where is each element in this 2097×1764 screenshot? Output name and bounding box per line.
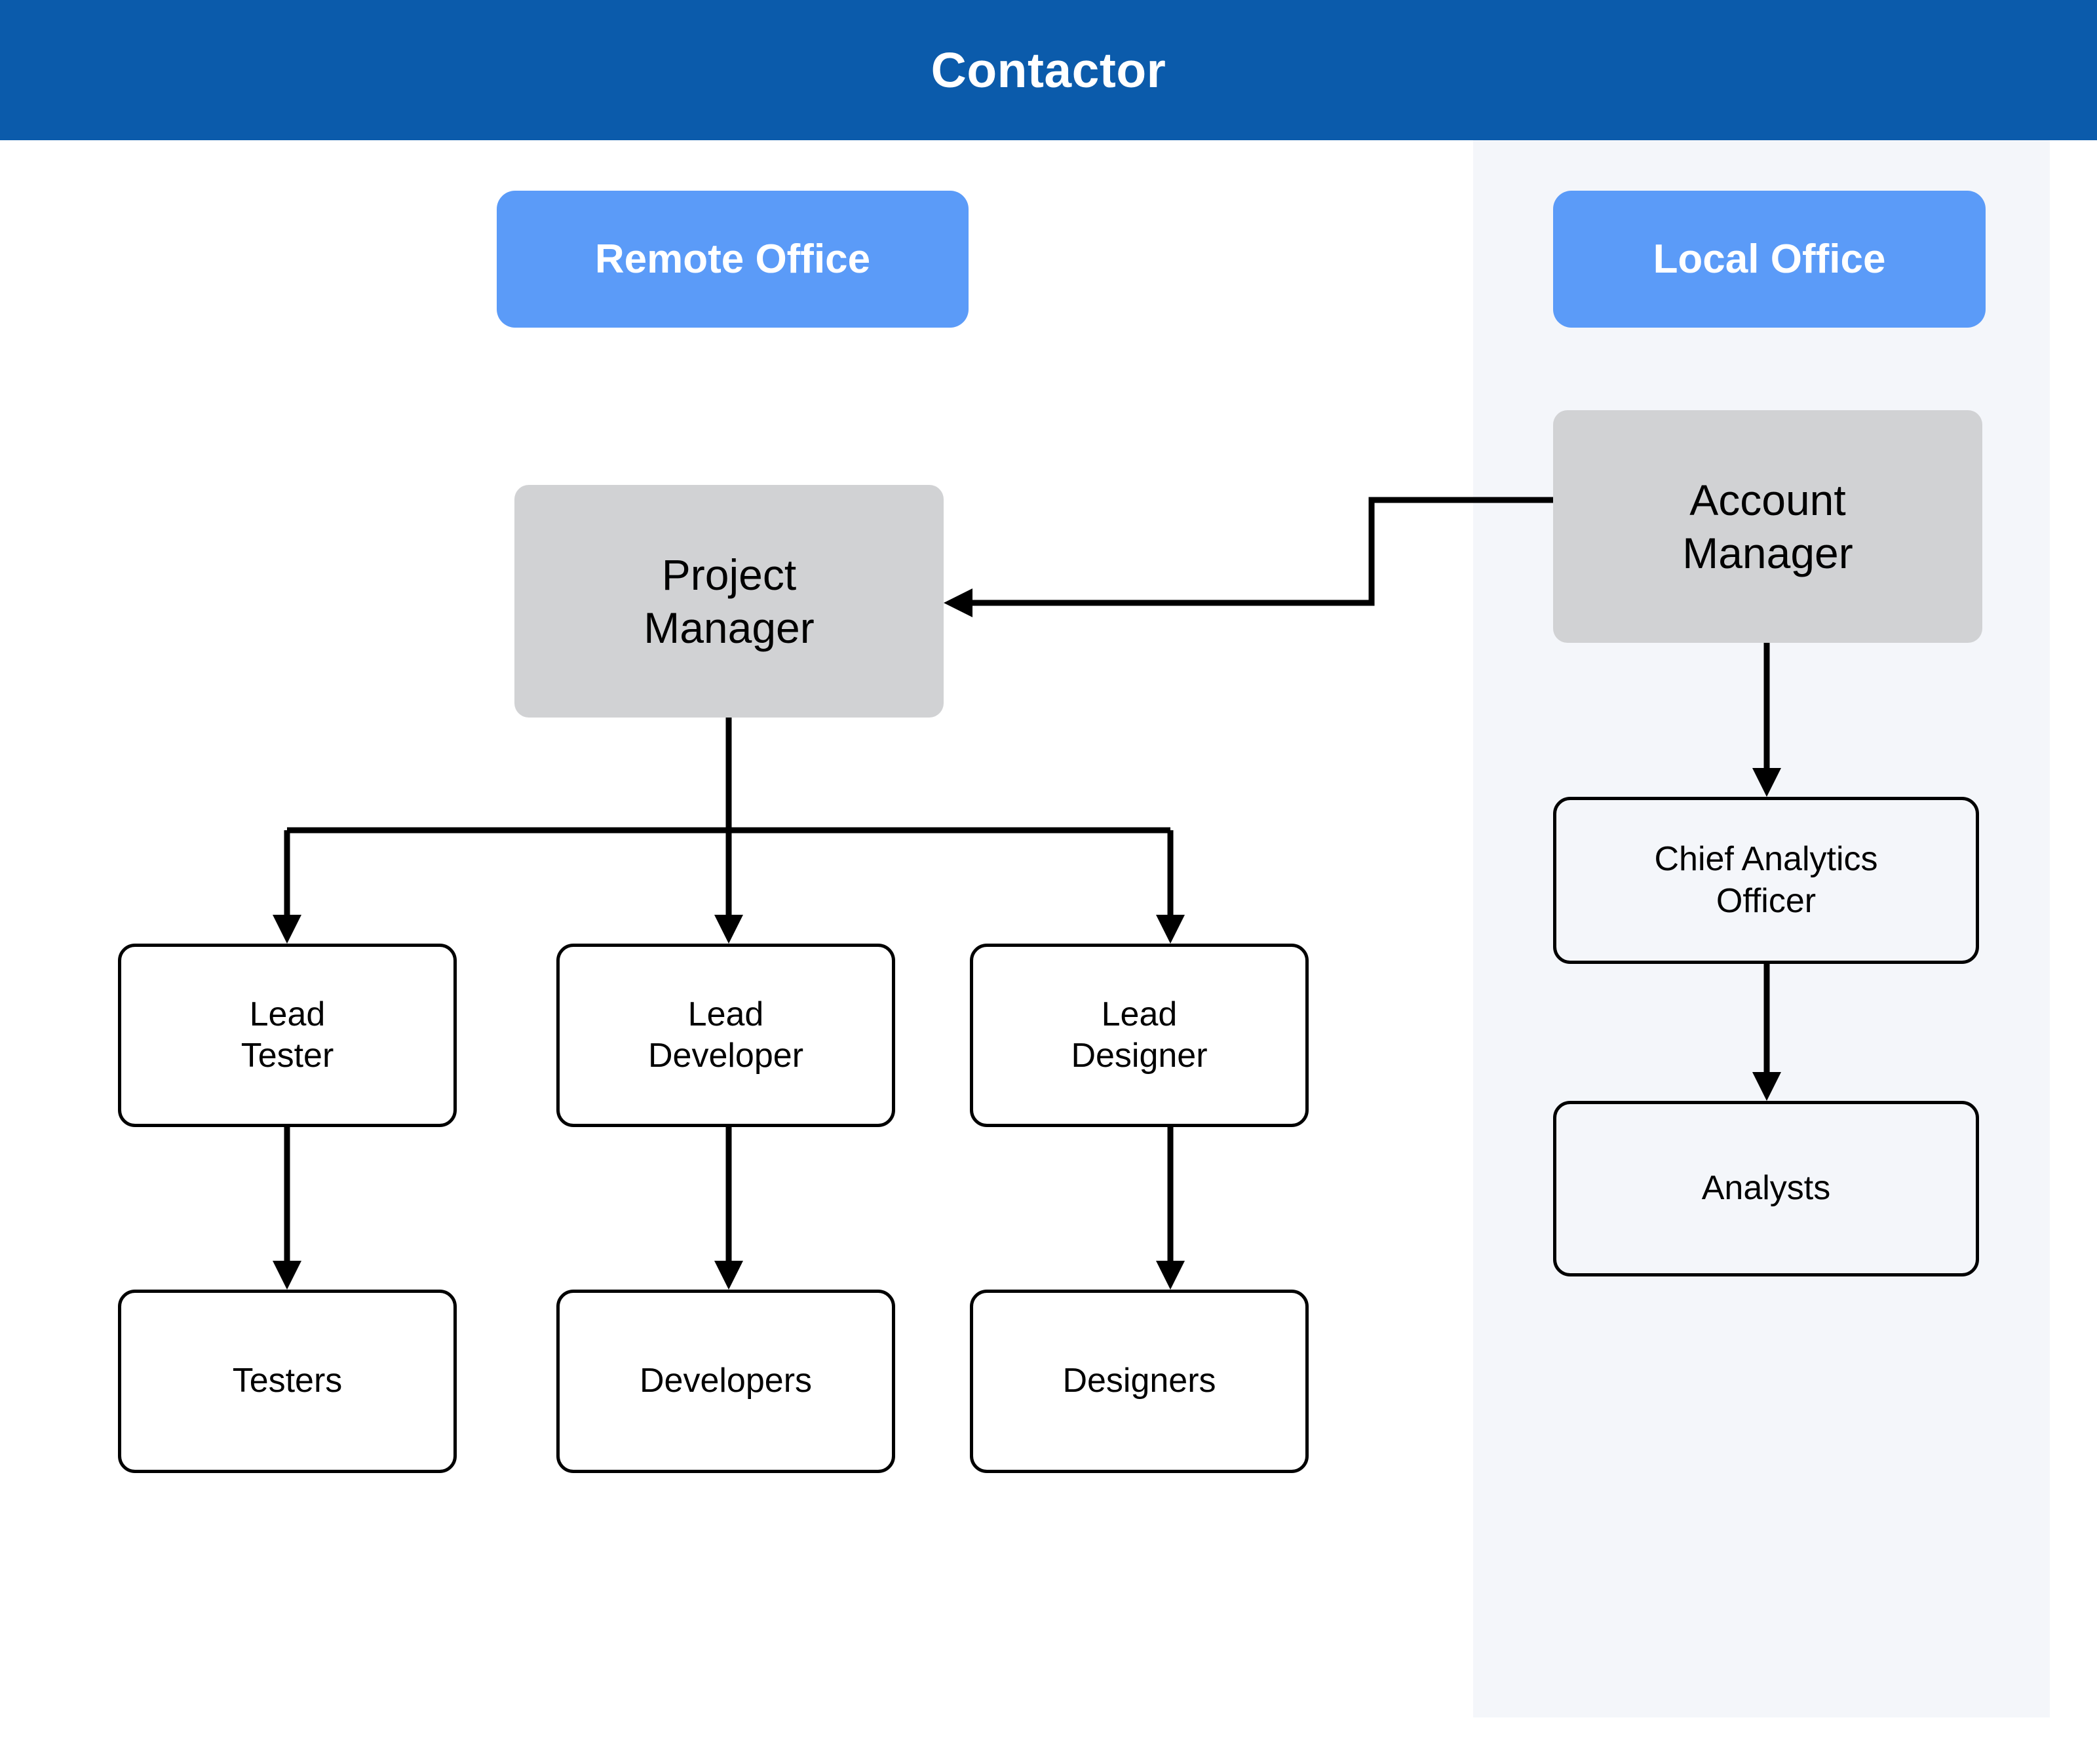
org-chart-canvas: Contactor Remote Office Local Office Pro… bbox=[0, 0, 2097, 1764]
node-account-manager-label: Account Manager bbox=[1682, 475, 1853, 577]
node-lead-developer[interactable]: Lead Developer bbox=[556, 944, 895, 1127]
remote-office-badge[interactable]: Remote Office bbox=[497, 191, 969, 328]
node-lead-tester-label: Lead Tester bbox=[240, 995, 334, 1075]
node-project-manager[interactable]: Project Manager bbox=[514, 485, 944, 718]
edge-project-manager-to-lead-developer bbox=[714, 830, 743, 944]
edge-account-manager-to-project-manager bbox=[944, 497, 1553, 617]
node-account-manager[interactable]: Account Manager bbox=[1553, 410, 1982, 643]
edge-project-manager-trunk bbox=[287, 718, 1170, 834]
edge-project-manager-to-lead-tester bbox=[273, 830, 301, 944]
edge-lead-designer-to-designers bbox=[1156, 1127, 1185, 1290]
node-lead-tester[interactable]: Lead Tester bbox=[118, 944, 457, 1127]
node-lead-designer[interactable]: Lead Designer bbox=[970, 944, 1309, 1127]
edge-lead-tester-to-testers bbox=[273, 1127, 301, 1290]
node-designers-label: Designers bbox=[1062, 1362, 1216, 1400]
node-lead-developer-label: Lead Developer bbox=[647, 995, 804, 1075]
local-office-badge-label: Local Office bbox=[1653, 236, 1886, 282]
edge-lead-developer-to-developers bbox=[714, 1127, 743, 1290]
edge-project-manager-to-lead-designer bbox=[1156, 830, 1185, 944]
node-testers[interactable]: Testers bbox=[118, 1290, 457, 1473]
remote-office-badge-label: Remote Office bbox=[594, 236, 871, 282]
page-title: Contactor bbox=[931, 42, 1166, 98]
node-project-manager-label: Project Manager bbox=[644, 550, 815, 652]
node-chief-analytics-officer[interactable]: Chief Analytics Officer bbox=[1553, 797, 1979, 964]
node-chief-analytics-officer-label: Chief Analytics Officer bbox=[1654, 840, 1878, 920]
node-lead-designer-label: Lead Designer bbox=[1071, 995, 1208, 1075]
node-developers[interactable]: Developers bbox=[556, 1290, 895, 1473]
node-testers-label: Testers bbox=[232, 1362, 343, 1400]
header-bar: Contactor bbox=[0, 0, 2097, 140]
node-analysts-label: Analysts bbox=[1701, 1169, 1831, 1208]
node-developers-label: Developers bbox=[639, 1362, 813, 1400]
node-analysts[interactable]: Analysts bbox=[1553, 1101, 1979, 1276]
node-designers[interactable]: Designers bbox=[970, 1290, 1309, 1473]
local-office-badge[interactable]: Local Office bbox=[1553, 191, 1986, 328]
